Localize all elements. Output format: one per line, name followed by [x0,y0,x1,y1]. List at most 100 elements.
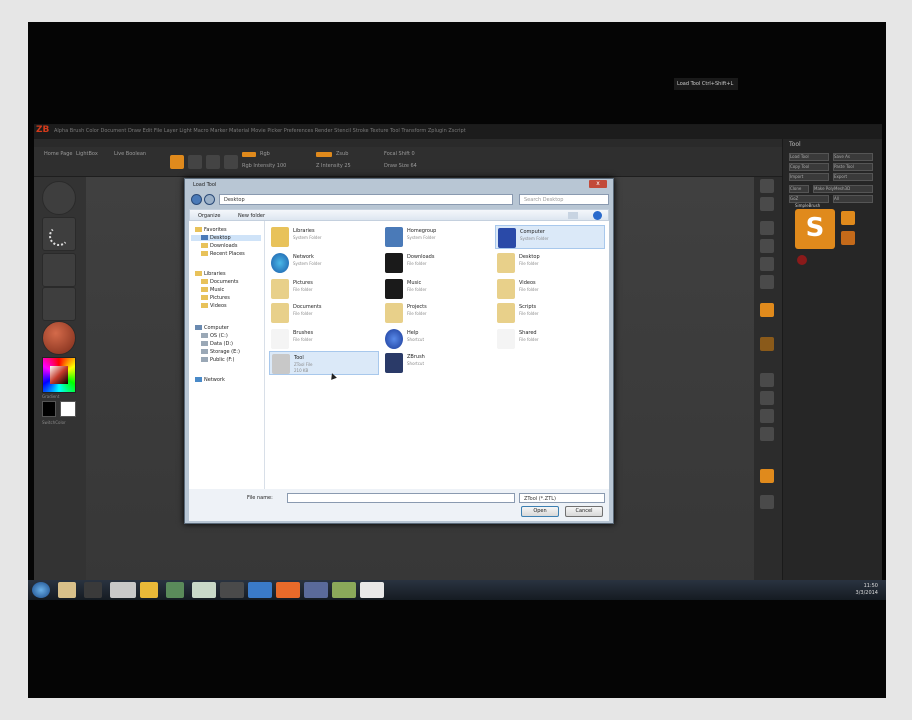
switch-color-label[interactable]: SwitchColor [42,420,66,425]
clone-button[interactable]: Clone [789,185,809,193]
tool-palette-title[interactable]: Tool [789,141,801,148]
new-folder-button[interactable]: New folder [238,213,265,219]
app6-taskbar-icon[interactable] [304,582,328,598]
list-item[interactable]: Desktop File folder [495,251,605,275]
z-intensity-slider[interactable]: Z Intensity 25 [316,163,351,169]
list-item[interactable]: Brushes File folder [269,327,379,351]
nav-pictures[interactable]: Pictures [195,295,230,301]
local-button[interactable] [760,373,774,387]
brush-selector[interactable] [42,181,76,215]
aahalf-button[interactable] [760,275,774,289]
mrgb-button[interactable] [242,152,256,157]
floor-button[interactable] [760,337,774,351]
import-button[interactable]: Import [789,173,829,181]
search-input[interactable]: Search Desktop [519,194,609,205]
rgb-intensity-slider[interactable]: Rgb Intensity 100 [242,163,286,169]
nav-network[interactable]: Network [195,377,225,383]
nav-desktop[interactable]: Desktop [191,235,261,241]
firefox-taskbar-icon[interactable] [276,582,300,598]
list-item[interactable]: Music File folder [383,277,493,301]
nav-drive-e[interactable]: Storage (E:) [195,349,240,355]
nav-favorites[interactable]: Favorites [195,227,227,233]
edit-button[interactable] [170,155,184,169]
alpha-selector[interactable] [42,253,76,287]
list-item[interactable]: Projects File folder [383,301,493,325]
open-button[interactable]: Open [521,506,559,517]
forward-arrow-icon[interactable] [204,194,215,205]
list-item[interactable]: Tool ZTool File 210 KB [269,351,379,375]
primary-color-swatch[interactable] [60,401,76,417]
list-item[interactable]: Network System Folder [269,251,379,275]
nav-libraries[interactable]: Libraries [195,271,226,277]
polyf-button[interactable] [760,469,774,483]
load-tool-button[interactable]: Load Tool [789,153,829,161]
views-icon[interactable] [568,212,578,219]
goz-all-button[interactable]: All [833,195,873,203]
home-page-button[interactable]: Home Page [44,151,72,157]
list-item[interactable]: Documents File folder [269,301,379,325]
stroke-selector[interactable] [42,217,76,251]
lock-taskbar-icon[interactable] [140,582,158,598]
texture-selector[interactable] [42,287,76,321]
persp-button[interactable] [760,303,774,317]
transp-button[interactable] [760,495,774,509]
zoom-button[interactable] [760,239,774,253]
nav-recent[interactable]: Recent Places [195,251,245,257]
file-type-select[interactable]: ZTool (*.ZTL) [519,493,605,503]
media-taskbar-icon[interactable] [84,582,102,598]
nav-downloads[interactable]: Downloads [195,243,237,249]
zadd-button[interactable] [316,152,332,157]
list-item[interactable]: Pictures File folder [269,277,379,301]
rgb-label[interactable]: Rgb [260,151,270,157]
cancel-button[interactable]: Cancel [565,506,603,517]
move-button[interactable] [206,155,220,169]
color-picker[interactable] [42,357,76,393]
spix-button[interactable] [760,197,774,211]
help-icon[interactable] [593,211,602,220]
scroll-button[interactable] [760,221,774,235]
export-button[interactable]: Export [833,173,873,181]
lightbox-button[interactable]: LightBox [76,151,98,157]
list-item[interactable]: Scripts File folder [495,301,605,325]
app5-taskbar-icon[interactable] [248,582,272,598]
back-arrow-icon[interactable] [191,194,202,205]
actual-button[interactable] [760,257,774,271]
address-bar[interactable]: Desktop [219,194,513,205]
list-item[interactable]: Libraries System Folder [269,225,379,249]
app2-taskbar-icon[interactable] [166,582,184,598]
live-boolean-button[interactable]: Live Boolean [114,151,146,157]
xyz-button[interactable] [760,409,774,423]
app-taskbar-icon[interactable] [110,582,136,598]
nav-music[interactable]: Music [195,287,224,293]
nav-drive-c[interactable]: OS (C:) [195,333,228,339]
dialog-close-button[interactable]: x [589,180,607,188]
nav-documents[interactable]: Documents [195,279,239,285]
copy-tool-button[interactable]: Copy Tool [789,163,829,171]
paste-tool-button[interactable]: Paste Tool [833,163,873,171]
explorer-taskbar-icon[interactable] [58,582,76,598]
nav-drive-f[interactable]: Public (F:) [195,357,234,363]
make-polymesh-button[interactable]: Make PolyMesh3D [813,185,873,193]
system-clock[interactable]: 11:50 3/3/2014 [856,583,878,597]
menu-bar[interactable]: ZB Alpha Brush Color Document Draw Edit … [34,125,882,139]
list-item[interactable]: ZBrush Shortcut [383,351,493,375]
draw-button[interactable] [188,155,202,169]
tool-thumb-small[interactable] [841,211,855,225]
secondary-color-swatch[interactable] [42,401,56,417]
list-item[interactable]: Help Shortcut [383,327,493,351]
app4-taskbar-icon[interactable] [220,582,244,598]
goz-button[interactable]: GoZ [789,195,829,203]
lsym-button[interactable] [760,391,774,405]
current-tool-thumbnail[interactable]: S [795,209,835,249]
app7-taskbar-icon[interactable] [332,582,356,598]
app3-taskbar-icon[interactable] [192,582,216,598]
list-item[interactable]: Homegroup System Folder [383,225,493,249]
file-name-input[interactable] [287,493,515,503]
nav-videos[interactable]: Videos [195,303,227,309]
bpr-button[interactable] [760,179,774,193]
list-item[interactable]: Downloads File folder [383,251,493,275]
nav-computer[interactable]: Computer [195,325,229,331]
list-item[interactable]: Computer System Folder [495,225,605,249]
zbrush-taskbar-icon[interactable] [360,582,384,598]
start-button[interactable] [32,582,50,598]
